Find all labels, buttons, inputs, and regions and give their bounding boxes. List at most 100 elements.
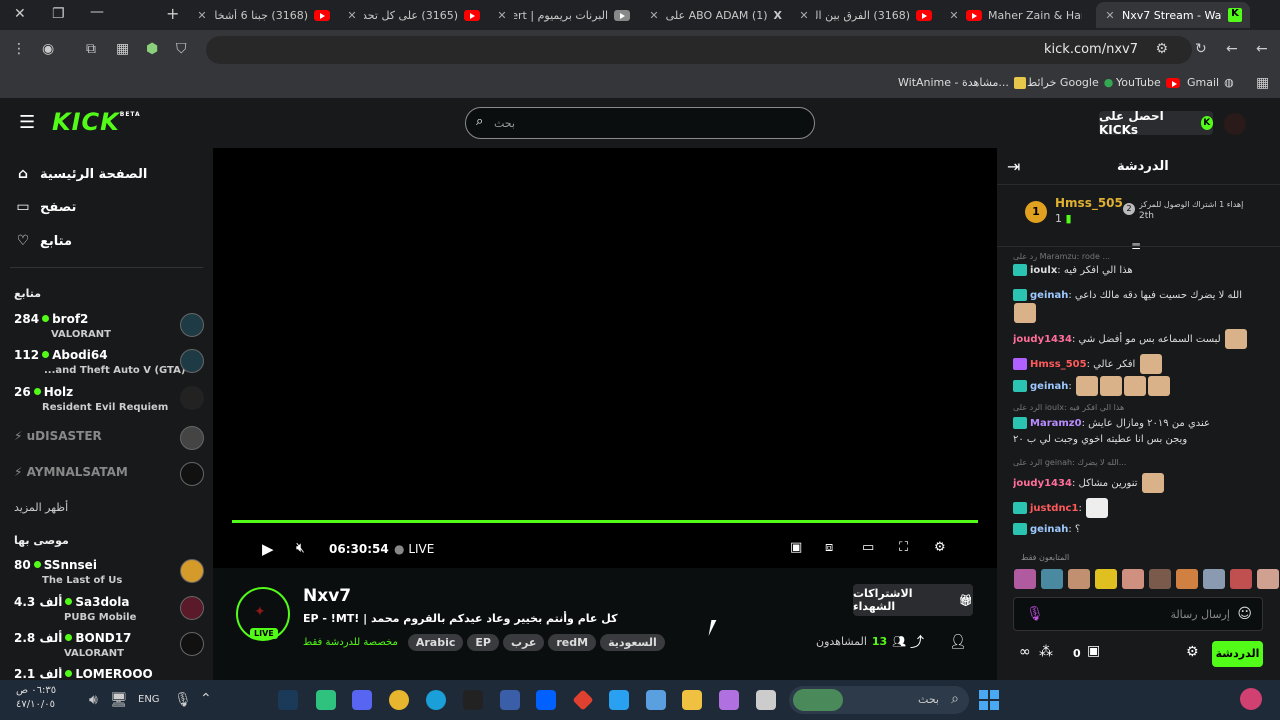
collapse-chat-icon[interactable]: ⇥ [1007, 159, 1020, 175]
emoji-icon[interactable]: ☺ [1237, 607, 1252, 621]
clock[interactable]: ٠٦:٣٥ ص ٤٧/١٠/٠٥ [16, 684, 56, 712]
channel-item-ssnnsei[interactable]: 80 SSnnsei The Last of Us [14, 558, 204, 594]
channel-item-brof2[interactable]: 284 brof2 VALORANT [14, 312, 204, 348]
close-tab-icon[interactable]: ✕ [648, 9, 660, 22]
app-icon[interactable] [316, 690, 336, 710]
taskbar-search[interactable]: بحث ⌕ [789, 686, 969, 714]
channel-item-lomerooo[interactable]: 2.1 ألف LOMEROOO [14, 667, 204, 680]
browser-tab[interactable]: ✕البرنات بريميوم | Alert [488, 2, 638, 28]
theater-mode-icon[interactable]: ▭ [862, 540, 874, 555]
language-indicator[interactable]: ENG [138, 694, 160, 705]
epic-games-icon[interactable] [463, 690, 483, 710]
steam-icon[interactable] [278, 690, 298, 710]
dropbox-icon[interactable] [536, 690, 556, 710]
tag[interactable]: السعودية [600, 634, 665, 651]
chat-message[interactable]: joudy1434: لبست السماعه بس مو أفضل شي [1013, 329, 1268, 349]
file-explorer-icon[interactable] [682, 690, 702, 710]
chat-message[interactable]: joudy1434: تنورين مشاكل [1013, 473, 1268, 493]
channel-item-holz[interactable]: 26 Holz Resident Evil Requiem [14, 385, 204, 421]
extension-icon[interactable]: ▦ [116, 42, 129, 56]
chat-message[interactable]: geinah: الله لا يضرك حسيت فيها دقه مالك … [1013, 289, 1268, 325]
get-kicks-button[interactable]: احصل على KICKs K [1099, 109, 1213, 137]
nav-browse[interactable]: ▭ تصفح [16, 199, 76, 215]
edge-icon[interactable] [426, 690, 446, 710]
channel-item-udisaster[interactable]: ⚡ uDISASTER [14, 426, 204, 465]
address-bar[interactable]: kick.com/nxv7 ⚙ [206, 36, 1192, 64]
bookmark-google-maps[interactable]: خرائط Google ● [1027, 76, 1113, 89]
kick-logo[interactable]: KICKBETA [52, 108, 141, 136]
microphone-icon[interactable]: 🎙︎ [174, 693, 192, 707]
extension-icon[interactable]: ◉ [42, 42, 54, 56]
gift-subs-button[interactable]: الاشتراكات الشهداء 🎁︎ [853, 584, 973, 616]
app-icon[interactable] [572, 689, 594, 711]
back-icon[interactable]: ← [1256, 42, 1268, 56]
tray-chevron-icon[interactable]: ⌃ [200, 692, 212, 706]
restore-window-icon[interactable]: ❐ [52, 7, 65, 21]
chat-input[interactable]: 🎙︎ إرسال رسالة ☺ [1013, 597, 1263, 631]
site-settings-icon[interactable]: ⚙ [1155, 42, 1168, 56]
fullscreen-icon[interactable]: ⛶ [899, 540, 908, 555]
channel-item-aymnalsatam[interactable]: ⚡ AYMNALSATAM [14, 462, 204, 501]
channel-name[interactable]: Nxv7 [303, 586, 351, 606]
user-avatar[interactable] [1224, 113, 1246, 135]
send-chat-button[interactable]: الدردشة [1212, 641, 1263, 667]
mute-icon[interactable]: 🔇︎ [296, 540, 305, 556]
search-input[interactable]: ⌕ بحث [465, 107, 815, 139]
start-button[interactable] [979, 690, 999, 710]
bookmark-witanime[interactable]: WitAnime - مشاهدة... [898, 76, 1026, 89]
browser-tab[interactable]: ✕(3168) الفرق بين الملء [790, 2, 940, 28]
close-tab-icon[interactable]: ✕ [1104, 9, 1116, 22]
close-tab-icon[interactable]: ✕ [346, 9, 358, 22]
network-icon[interactable]: 🖥︎ [110, 693, 128, 707]
volume-icon[interactable]: 🔊︎ [89, 693, 98, 707]
chat-settings-icon[interactable]: ⚙ [1186, 645, 1199, 659]
video-progress-bar[interactable] [232, 520, 978, 523]
chrome-icon[interactable] [389, 690, 409, 710]
video-player[interactable]: ▶ 🔇︎ 06:30:54 ● LIVE ▣ ⧈ ▭ ⛶ ⚙ [213, 148, 997, 568]
browser-tab[interactable]: ✕(1) ABO ADAM على XX [640, 2, 790, 28]
nav-home[interactable]: ⌂ الصفحة الرئيسية [16, 166, 147, 182]
share-icon[interactable]: ⤴ [910, 636, 924, 650]
hamburger-menu-icon[interactable]: ☰ [19, 114, 35, 132]
forward-icon[interactable]: ← [1226, 42, 1238, 56]
microphone-icon[interactable]: 🎙︎ [1026, 607, 1044, 621]
menu-dots-icon[interactable]: ⋮ [12, 42, 26, 56]
close-tab-icon[interactable]: ✕ [196, 9, 208, 22]
app-icon[interactable] [500, 690, 520, 710]
browser-tab[interactable]: ✕Maher Zain & Harris [940, 2, 1090, 28]
notification-avatar[interactable] [1240, 688, 1262, 710]
chat-message[interactable]: Hmss_505: افكر عالي [1013, 354, 1268, 374]
channel-item-sa3dola[interactable]: 4.3 ألف Sa3dola PUBG Mobile [14, 595, 204, 631]
close-tab-icon[interactable]: ✕ [798, 9, 810, 22]
tag[interactable]: عرب [502, 634, 545, 651]
chat-message[interactable]: ioulx: هذا الي افكر فيه [1013, 264, 1268, 276]
nav-following[interactable]: ♡ متابع [16, 233, 72, 249]
shield-icon[interactable]: ⛉ [176, 42, 187, 56]
clip-icon[interactable]: ⧈ [825, 540, 833, 555]
tag[interactable]: Arabic [407, 634, 464, 651]
shield-extension-icon[interactable]: ⬢ [146, 42, 158, 56]
bookmark-youtube[interactable]: YouTube [1116, 76, 1180, 89]
discord-icon[interactable] [352, 690, 372, 710]
browser-tab[interactable]: ✕(3165) على كل تحدي [338, 2, 488, 28]
store-icon[interactable] [646, 690, 666, 710]
channel-item-bond17[interactable]: 2.8 ألف BOND17 VALORANT [14, 631, 204, 667]
chat-message[interactable]: geinah: ؟ [1013, 523, 1268, 535]
close-tab-icon[interactable]: ✕ [496, 9, 508, 22]
play-icon[interactable]: ▶ [262, 540, 274, 558]
app-icon[interactable] [756, 690, 776, 710]
chat-message[interactable]: Maramz0: عندي من ٢٠١٩ ومازال عايش [1013, 417, 1268, 429]
gift-box-icon[interactable]: ▣ [1087, 644, 1100, 658]
bookmark-gmail[interactable]: Gmail ◍ [1187, 76, 1234, 89]
close-window-icon[interactable]: ✕ [14, 7, 26, 21]
chat-message[interactable]: geinah: [1013, 376, 1268, 396]
show-more-link[interactable]: أظهر المزيد [14, 501, 68, 514]
follow-icon[interactable]: 👤︎ [949, 635, 967, 649]
outlook-icon[interactable] [609, 690, 629, 710]
all-bookmarks-icon[interactable]: ▦ [1256, 76, 1269, 90]
tag[interactable]: EP [467, 634, 499, 651]
browser-tab-active[interactable]: ✕Nxv7 Stream - WatchK [1096, 2, 1250, 28]
reload-icon[interactable]: ↻ [1195, 42, 1207, 56]
settings-gear-icon[interactable]: ⚙ [934, 540, 946, 555]
copilot-icon[interactable] [719, 690, 739, 710]
